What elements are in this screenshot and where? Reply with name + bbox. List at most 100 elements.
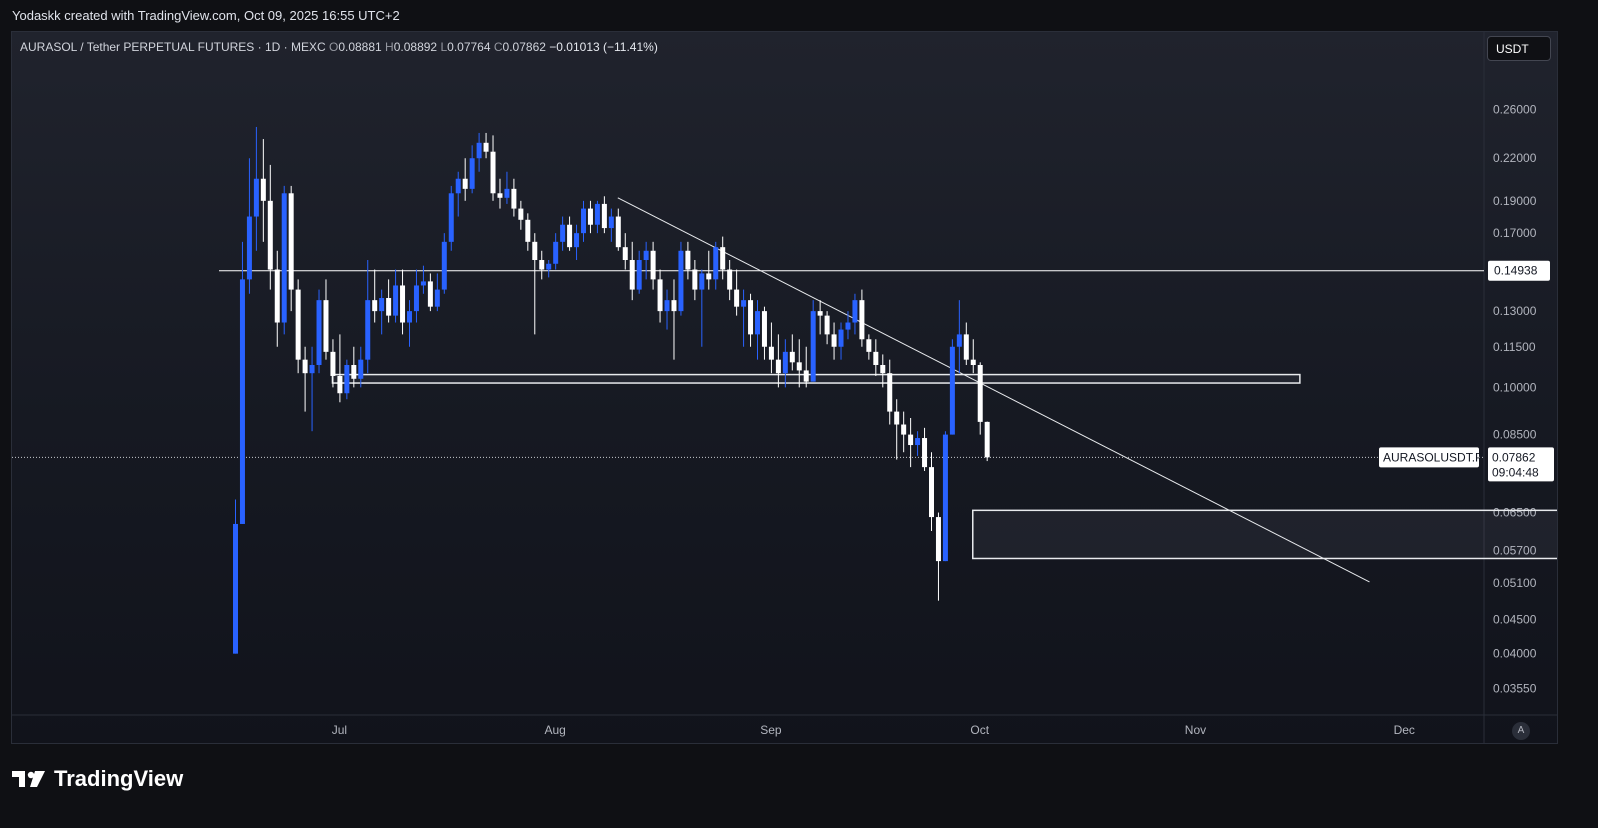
candle-body (539, 260, 545, 270)
candle-body (365, 300, 371, 360)
candle-body (455, 178, 461, 194)
candle-body (845, 322, 851, 330)
open-label: O (328, 40, 339, 54)
candle-body (239, 279, 245, 524)
candle-body (546, 263, 552, 270)
candle-body (323, 300, 329, 352)
candle-body (413, 285, 419, 312)
countdown-text: 09:04:48 (1492, 465, 1539, 479)
brand-name: TradingView (54, 766, 184, 791)
candle-body (574, 233, 580, 248)
candle-body (309, 365, 315, 374)
candle-body (678, 250, 684, 312)
price-tick-label: 0.19000 (1493, 194, 1537, 208)
candle-body (852, 300, 858, 323)
candle-body (316, 300, 322, 366)
candle-body (608, 216, 614, 229)
candle-body (434, 289, 440, 307)
candle-body (713, 247, 719, 280)
price-tick-label: 0.10000 (1493, 380, 1537, 394)
candle-body (302, 359, 308, 374)
high-label: H (385, 40, 394, 54)
candle-body (664, 300, 670, 312)
candle-body (427, 281, 433, 307)
auto-scale-button[interactable]: A (1512, 722, 1530, 740)
close-value: 0.07862 (502, 40, 546, 54)
candle-body (581, 208, 586, 234)
time-tick-label: Sep (760, 723, 782, 737)
candle-body (358, 359, 364, 379)
candle-body (504, 188, 510, 198)
price-tick-label: 0.08500 (1493, 428, 1537, 442)
candle-body (344, 365, 350, 394)
tradingview-logo-icon (12, 771, 45, 787)
candle-body (462, 178, 468, 189)
time-tick-label: Nov (1185, 723, 1206, 737)
candle-body (351, 365, 357, 379)
candle-body (894, 411, 900, 425)
candle-body (782, 351, 788, 374)
candle-body (260, 178, 266, 201)
price-chart[interactable]: 0.26000 0.22000 0.19000 0.17000 0.13000 0.115… (12, 32, 1557, 743)
candle-body (629, 260, 635, 290)
chart-frame[interactable]: 0.26000 0.22000 0.19000 0.17000 0.13000 0.115… (11, 31, 1558, 744)
candle-body (274, 269, 280, 323)
price-tick-label: 0.13000 (1493, 304, 1537, 318)
candle-body (295, 289, 301, 360)
candle-body (288, 193, 294, 290)
time-tick-label: Jul (332, 723, 347, 737)
price-tick-label: 0.26000 (1493, 103, 1537, 117)
candle-body (476, 142, 482, 159)
price-tick-label: 0.03550 (1493, 681, 1537, 695)
candle-body (970, 359, 976, 366)
candle-body (469, 158, 475, 189)
candle-body (657, 279, 663, 312)
candle-body (817, 311, 823, 316)
price-tick-label: 0.22000 (1493, 151, 1537, 165)
candle-body (650, 250, 656, 280)
candle-body (963, 334, 969, 360)
price-tick-label: 0.04500 (1493, 612, 1537, 626)
candle-body (880, 365, 886, 374)
candle-body (866, 339, 872, 352)
candle-body (685, 250, 691, 270)
candle-body (379, 298, 385, 312)
candle-body (594, 203, 600, 225)
candle-body (393, 285, 399, 316)
candle-body (901, 424, 907, 435)
candle-body (734, 289, 740, 307)
close-label: C (493, 40, 503, 54)
candle-body (873, 351, 879, 366)
candle-body (400, 285, 406, 323)
level-price-text: 0.14938 (1494, 264, 1538, 278)
candle-body (789, 351, 795, 363)
candle-body (908, 434, 914, 446)
candle-body (761, 311, 767, 347)
candle-body (587, 208, 593, 225)
candle-body (636, 260, 642, 290)
candle-body (622, 247, 628, 261)
symbol-description: AURASOL / Tether PERPETUAL FUTURES · 1D … (20, 40, 326, 54)
open-value: 0.08881 (338, 40, 382, 54)
candle-body (532, 241, 538, 261)
candle-body (511, 188, 517, 209)
candle-body (810, 311, 816, 382)
candle-body (497, 193, 503, 198)
candle-body (643, 250, 649, 261)
price-tick-label: 0.11500 (1493, 340, 1536, 354)
currency-button[interactable]: USDT (1487, 36, 1551, 61)
candle-body (420, 281, 426, 286)
low-value: 0.07764 (447, 40, 491, 54)
price-tick-label: 0.04000 (1493, 647, 1537, 661)
candle-body (699, 273, 705, 290)
candle-body (768, 346, 774, 360)
candle-body (824, 315, 830, 335)
candle-body (803, 370, 809, 382)
price-tick-label: 0.17000 (1493, 226, 1537, 240)
candle-body (281, 193, 287, 323)
candle-body (741, 300, 747, 307)
tradingview-logo: TradingView (12, 766, 183, 792)
price-tick-label: 0.05100 (1493, 576, 1537, 590)
candle-body (748, 300, 754, 335)
candle-body (560, 224, 566, 242)
